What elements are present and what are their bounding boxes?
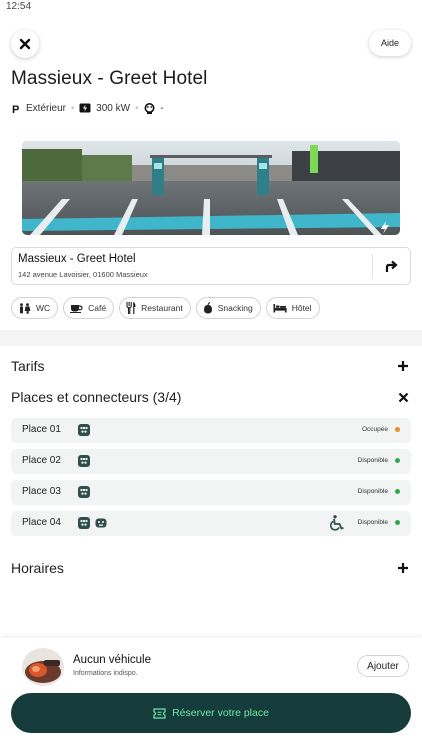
places-title: Places et connecteurs (3/4) — [11, 389, 182, 405]
place-row[interactable]: Place 03 Disponible — [11, 480, 411, 505]
status-text: Disponible — [357, 488, 388, 495]
power-value: 300 kW — [96, 102, 131, 114]
amenity-label: Restaurant — [141, 303, 183, 313]
connector-type2-icon — [78, 455, 90, 467]
place-row[interactable]: Place 04 Disponible — [11, 511, 411, 536]
wheelchair-icon — [329, 515, 345, 536]
address-divider — [372, 254, 373, 279]
place-status: Occupée — [362, 426, 400, 433]
meta-separator: • — [135, 103, 139, 113]
help-button[interactable]: Aide — [369, 30, 411, 56]
ticket-icon — [153, 707, 166, 719]
close-icon[interactable] — [395, 389, 411, 405]
amenity-label: Café — [88, 303, 107, 313]
status-dot — [395, 489, 400, 494]
station-header: Aide Massieux - Greet Hotel P Extérieur … — [0, 18, 422, 330]
tarifs-section-header[interactable]: Tarifs — [11, 356, 411, 376]
status-text: Occupée — [361, 426, 388, 433]
status-text: Disponible — [357, 457, 388, 464]
status-bar: 12:54 — [0, 0, 422, 18]
amenity-hotel[interactable]: Hôtel — [265, 297, 320, 319]
connector-ccs-icon — [95, 518, 107, 528]
close-icon — [19, 38, 31, 50]
address-card[interactable]: Massieux - Greet Hotel 142 avenue Lavois… — [11, 247, 411, 285]
place-connectors — [77, 423, 91, 437]
connector-icon — [143, 102, 156, 114]
place-label: Place 02 — [22, 455, 61, 466]
hotel-icon — [273, 303, 287, 313]
place-connectors — [77, 516, 107, 530]
close-button[interactable] — [11, 30, 39, 58]
station-title: Massieux - Greet Hotel — [11, 68, 208, 89]
directions-button[interactable] — [378, 254, 404, 280]
address-line: 142 avenue Lavoisier, 01600 Massieux — [18, 270, 148, 279]
wc-icon — [18, 302, 31, 314]
connector-type2-icon — [78, 517, 90, 529]
svg-text:P: P — [12, 104, 19, 114]
directions-icon — [385, 260, 398, 272]
vehicle-avatar — [22, 648, 64, 686]
station-photo[interactable] — [22, 141, 400, 235]
plus-icon[interactable] — [395, 560, 411, 576]
place-status: Disponible — [358, 488, 400, 495]
tarifs-title: Tarifs — [11, 358, 45, 374]
amenity-wc[interactable]: WC — [11, 297, 59, 319]
meta-separator: • — [71, 103, 75, 113]
station-meta: P Extérieur • 300 kW • - — [11, 101, 164, 115]
amenity-cafe[interactable]: Café — [63, 297, 115, 319]
address-name: Massieux - Greet Hotel — [18, 253, 136, 265]
amenities-list: WC Café Restaurant Snacking Hôtel — [11, 297, 320, 319]
amenity-label: WC — [36, 303, 51, 313]
horaires-title: Horaires — [11, 560, 64, 576]
parking-icon: P — [11, 103, 22, 114]
reserve-label: Réserver votre place — [172, 707, 269, 719]
station-photo-illustration — [22, 141, 400, 235]
place-status: Disponible — [358, 519, 400, 526]
horaires-section-header[interactable]: Horaires — [11, 558, 411, 578]
status-dot — [395, 427, 400, 432]
amenity-restaurant[interactable]: Restaurant — [119, 297, 191, 319]
reserve-button[interactable]: Réserver votre place — [11, 693, 411, 733]
places-list: Place 01 Occupée Place 02 Disponible Pla… — [11, 418, 411, 542]
status-time: 12:54 — [6, 1, 32, 12]
snacking-icon — [203, 302, 213, 314]
restaurant-icon — [126, 302, 136, 314]
section-separator — [0, 330, 422, 346]
status-text: Disponible — [357, 519, 388, 526]
place-connectors — [77, 454, 91, 468]
coffee-icon — [70, 303, 83, 313]
status-dot — [395, 458, 400, 463]
amenity-label: Hôtel — [291, 303, 312, 313]
amenity-label: Snacking — [217, 303, 253, 313]
booking-panel: Aucun véhicule Informations indispo. Ajo… — [0, 638, 422, 750]
power-icon — [79, 103, 92, 113]
plus-icon[interactable] — [395, 358, 411, 374]
amenity-snacking[interactable]: Snacking — [195, 297, 261, 319]
place-connectors — [77, 485, 91, 499]
vehicle-subtitle: Informations indispo. — [73, 670, 138, 677]
parking-type: Extérieur — [26, 102, 67, 114]
add-vehicle-button[interactable]: Ajouter — [357, 655, 409, 677]
place-status: Disponible — [358, 457, 400, 464]
place-label: Place 01 — [22, 424, 61, 435]
places-section-header[interactable]: Places et connecteurs (3/4) — [11, 387, 411, 407]
place-row[interactable]: Place 02 Disponible — [11, 449, 411, 474]
place-label: Place 03 — [22, 486, 61, 497]
connector-type2-icon — [78, 424, 90, 436]
vehicle-name: Aucun véhicule — [73, 654, 151, 666]
connector-info: - — [160, 102, 164, 114]
connector-type2-icon — [78, 486, 90, 498]
status-dot — [395, 520, 400, 525]
place-label: Place 04 — [22, 517, 61, 528]
place-row[interactable]: Place 01 Occupée — [11, 418, 411, 443]
